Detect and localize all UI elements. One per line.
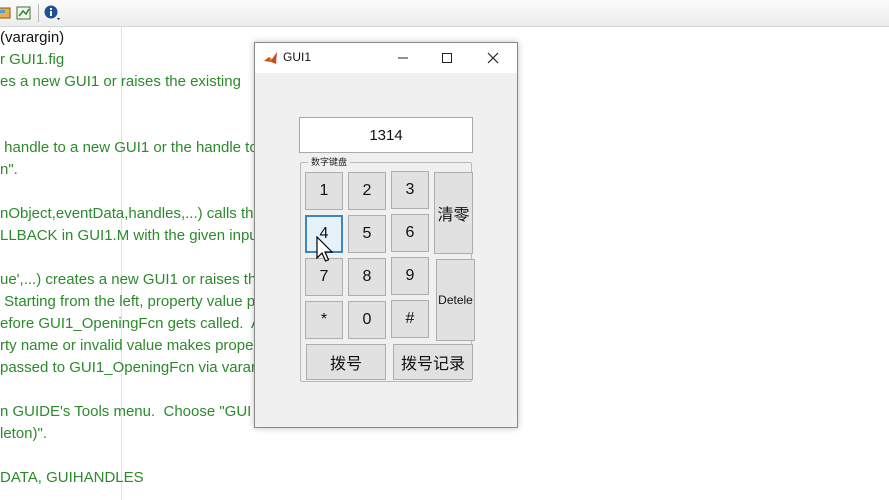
close-icon: [487, 52, 499, 64]
key-hash-button[interactable]: #: [391, 300, 429, 338]
window-titlebar[interactable]: GUI1: [255, 43, 517, 73]
editor-toolbar: [0, 0, 889, 27]
code-line: nObject,eventData,handles,...) calls the: [0, 205, 262, 222]
code-line: (varargin): [0, 29, 65, 46]
code-line: leton)".: [0, 425, 48, 442]
key-star-button[interactable]: *: [305, 301, 343, 339]
code-line: ue',...) creates a new GUI1 or raises th…: [0, 271, 265, 288]
key-5-button[interactable]: 5: [348, 215, 386, 253]
code-line: Starting from the left, property value p…: [0, 293, 264, 310]
code-line: es a new GUI1 or raises the existing: [0, 73, 241, 90]
code-line: r GUI1.fig: [0, 51, 65, 68]
key-3-button[interactable]: 3: [391, 171, 429, 209]
matlab-logo-icon: [264, 52, 277, 64]
close-button[interactable]: [471, 43, 515, 73]
help-info-icon[interactable]: [44, 5, 60, 21]
key-1-button[interactable]: 1: [305, 172, 343, 210]
gui1-window: GUI1 1314 数字键盘 1 2 3 4 5 6 7 8 9 * 0 # 清…: [254, 42, 518, 428]
toolbar-separator: [38, 4, 39, 22]
key-6-button[interactable]: 6: [391, 214, 429, 252]
maximize-icon: [442, 53, 452, 63]
code-line: DATA, GUIHANDLES: [0, 469, 144, 486]
figure-export-icon[interactable]: [16, 5, 32, 21]
code-line: handle to a new GUI1 or the handle to: [0, 139, 258, 156]
editor-margin-guide: [121, 27, 122, 500]
code-line: efore GUI1_OpeningFcn gets called. A: [0, 315, 261, 332]
code-line: passed to GUI1_OpeningFcn via varar: [0, 359, 256, 376]
key-2-button[interactable]: 2: [348, 172, 386, 210]
code-line: rty name or invalid value makes prope: [0, 337, 254, 354]
code-line: n".: [0, 161, 18, 178]
minimize-icon: [398, 57, 408, 59]
number-display[interactable]: 1314: [299, 117, 473, 153]
delete-button[interactable]: Detele: [436, 259, 475, 341]
maximize-button[interactable]: [425, 43, 469, 73]
key-0-button[interactable]: 0: [348, 301, 386, 339]
window-title: GUI1: [283, 50, 312, 64]
key-8-button[interactable]: 8: [348, 258, 386, 296]
key-9-button[interactable]: 9: [391, 257, 429, 295]
clear-button[interactable]: 清零: [434, 172, 473, 254]
keypad-panel-title: 数字键盘: [308, 155, 351, 168]
mouse-pointer-icon: [316, 236, 334, 262]
minimize-button[interactable]: [381, 43, 425, 73]
dial-button[interactable]: 拨号: [306, 344, 386, 380]
dial-history-button[interactable]: 拨号记录: [393, 344, 473, 380]
code-line: LLBACK in GUI1.M with the given input: [0, 227, 262, 244]
gui-layout-icon[interactable]: [0, 5, 12, 21]
